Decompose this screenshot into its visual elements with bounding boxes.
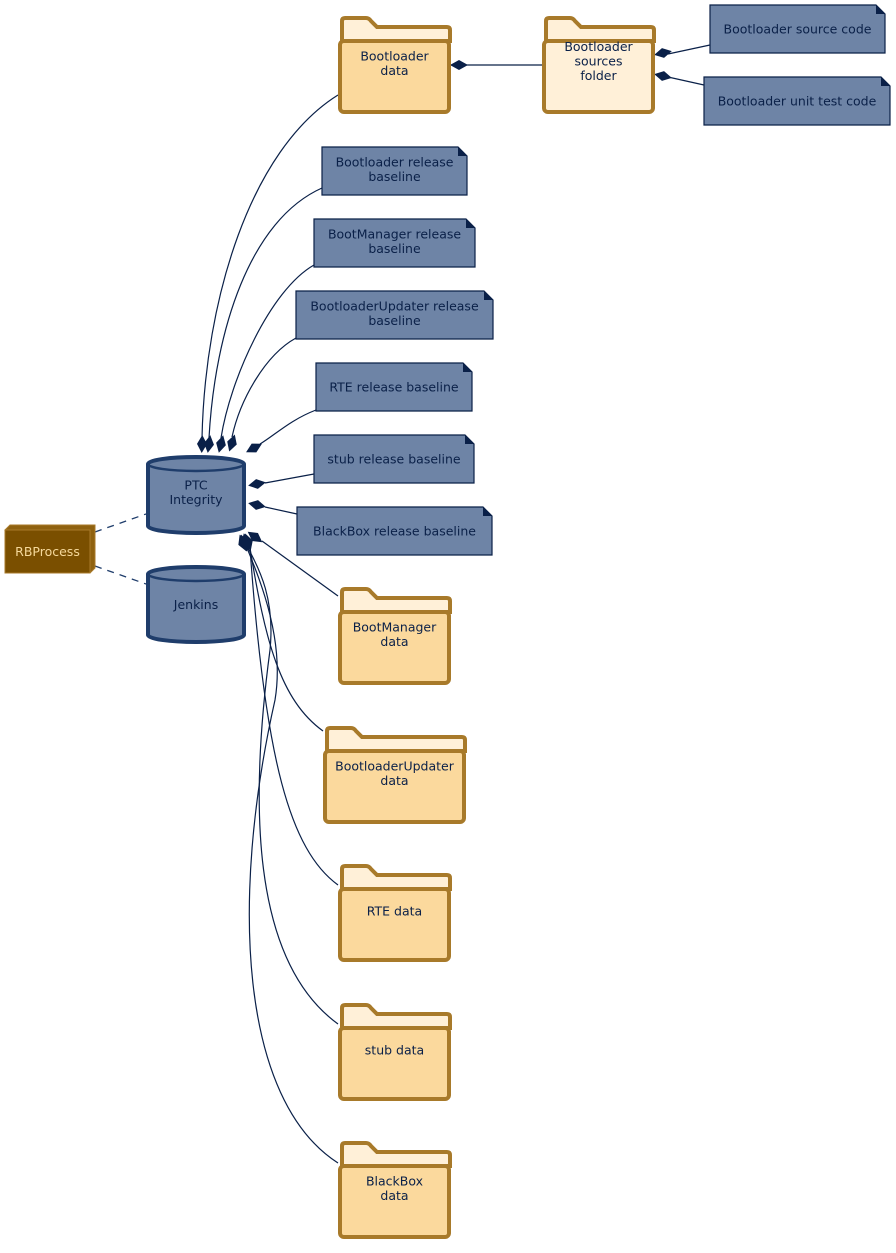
association-edge [94, 513, 147, 533]
node-label: Bootloader release [336, 154, 454, 169]
node-label: BlackBox [366, 1173, 423, 1188]
node-bl-data[interactable]: Bootloaderdata [338, 16, 452, 114]
node-label: BootManager release [328, 226, 461, 241]
node-bm-data[interactable]: BootManagerdata [338, 587, 452, 685]
node-blu-data[interactable]: BootloaderUpdaterdata [323, 726, 467, 824]
composition-edge [667, 44, 711, 55]
node-bb-rel[interactable]: BlackBox release baseline [296, 506, 493, 556]
node-label: RBProcess [15, 544, 80, 559]
node-bl-src[interactable]: Bootloadersourcesfolder [542, 16, 656, 114]
folder-tab-icon [340, 1003, 452, 1030]
node-label: Bootloader [360, 48, 429, 63]
node-label: Bootloader source code [724, 22, 872, 37]
folder-tab-icon [340, 587, 452, 614]
folder-icon [338, 1026, 451, 1101]
node-label: sources [574, 54, 622, 69]
composition-edge [259, 409, 317, 445]
node-label: Integrity [169, 492, 223, 507]
node-label: Jenkins [173, 597, 218, 612]
note-fold-icon [466, 219, 475, 228]
node-rte-data[interactable]: RTE data [338, 864, 452, 962]
diamond-icon [246, 443, 262, 453]
node-label: baseline [368, 169, 421, 184]
folder-tab-icon [340, 16, 452, 43]
nodes: RBProcessPTCIntegrityJenkinsBootloaderda… [4, 4, 891, 1239]
folder-tab-icon [544, 16, 656, 43]
node-label: stub data [365, 1043, 424, 1058]
composition-edge [667, 76, 705, 86]
node-label: BlackBox release baseline [313, 524, 476, 539]
node-label: data [380, 634, 408, 649]
node-bm-rel[interactable]: BootManager releasebaseline [313, 218, 476, 268]
node-blu-rel[interactable]: BootloaderUpdater releasebaseline [295, 290, 494, 340]
node-label: RTE release baseline [329, 380, 459, 395]
node-label: data [380, 63, 408, 78]
diagram-canvas: RBProcessPTCIntegrityJenkinsBootloaderda… [4, 4, 891, 1239]
diamond-icon [248, 479, 266, 489]
node-jenkins[interactable]: Jenkins [146, 565, 246, 644]
node-ptc[interactable]: PTCIntegrity [146, 455, 246, 535]
composition-edge [231, 337, 297, 438]
composition-edge [246, 547, 339, 1164]
node-label: data [380, 1188, 408, 1203]
node-label: Bootloader unit test code [718, 94, 877, 109]
association-edge [94, 565, 147, 585]
node-label: BootloaderUpdater release [310, 298, 479, 313]
composition-edge [264, 473, 315, 484]
folder-icon [338, 887, 451, 962]
node-stub-rel[interactable]: stub release baseline [313, 434, 475, 484]
note-fold-icon [458, 147, 467, 156]
node-bl-unit[interactable]: Bootloader unit test code [703, 76, 891, 126]
node-bl-src-code[interactable]: Bootloader source code [709, 4, 886, 54]
node-label: folder [580, 68, 617, 83]
folder-tab-icon [340, 864, 452, 891]
folder-tab-icon [340, 1141, 452, 1168]
note-fold-icon [463, 363, 472, 372]
node-label: baseline [368, 313, 421, 328]
node-stub-data[interactable]: stub data [338, 1003, 452, 1101]
node-label: stub release baseline [327, 452, 460, 467]
diamond-icon [204, 435, 214, 453]
note-fold-icon [483, 507, 492, 516]
folder-tab-icon [325, 726, 467, 753]
node-label: RTE data [367, 904, 422, 919]
node-bl-rel[interactable]: Bootloader releasebaseline [321, 146, 468, 196]
composition-edge [264, 506, 298, 515]
node-label: data [380, 773, 408, 788]
node-label: BootloaderUpdater [335, 758, 455, 773]
node-label: baseline [368, 241, 421, 256]
diamond-icon [450, 60, 468, 70]
diamond-icon [654, 71, 672, 81]
node-label: PTC [184, 477, 207, 492]
node-label: BootManager [353, 619, 437, 634]
node-rbprocess[interactable]: RBProcess [4, 524, 96, 574]
note-fold-icon [465, 435, 474, 444]
node-bb-data[interactable]: BlackBoxdata [338, 1141, 452, 1239]
note-fold-icon [484, 291, 493, 300]
node-rte-rel[interactable]: RTE release baseline [315, 362, 473, 412]
node-label: Bootloader [564, 39, 633, 54]
diamond-icon [248, 500, 266, 510]
